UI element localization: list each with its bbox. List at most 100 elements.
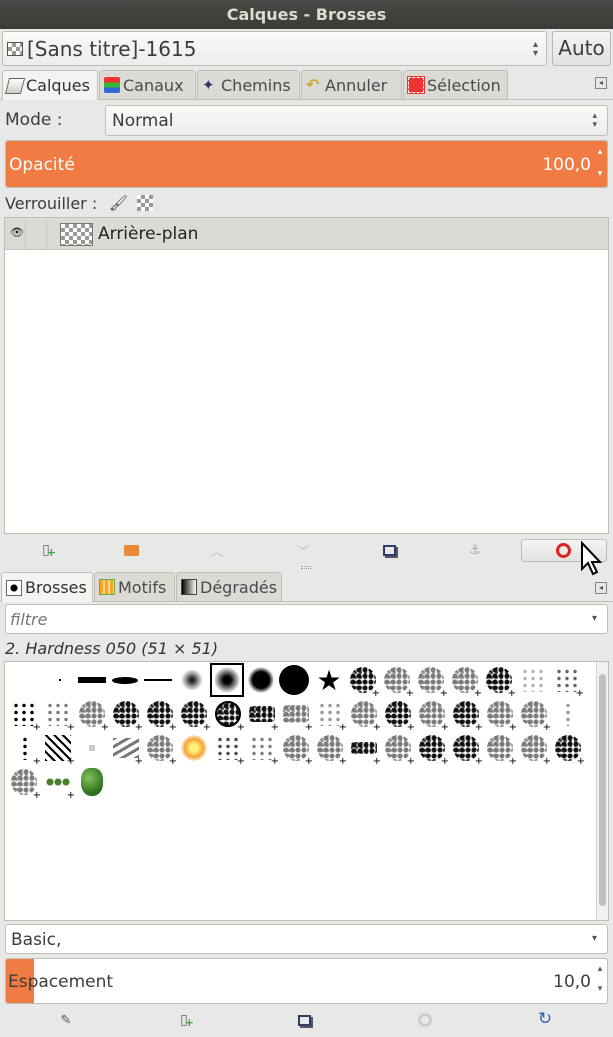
chevron-down-icon[interactable]: ▾ (592, 613, 597, 624)
brush-texture-04[interactable]: + (349, 733, 381, 767)
brush-acrylic-01[interactable]: + (348, 665, 380, 699)
duplicate-layer-icon[interactable] (381, 542, 397, 558)
brush-sparks-01[interactable]: + (145, 733, 177, 767)
brush-grid-scrollbar[interactable] (596, 662, 608, 920)
brush-texture-06[interactable]: + (417, 733, 449, 767)
brush-texture-01[interactable]: + (247, 733, 279, 767)
tab-motifs[interactable]: Motifs (94, 572, 175, 601)
tab-menu-icon[interactable]: ◂ (595, 77, 607, 89)
brush-block-line[interactable] (77, 665, 107, 695)
brush-splatter-01[interactable]: + (9, 699, 41, 733)
brush-pixel[interactable] (45, 665, 75, 695)
delete-brush-icon[interactable] (417, 1012, 433, 1028)
brush-texture-07[interactable]: + (451, 733, 483, 767)
brush-texture-03[interactable]: + (315, 733, 347, 767)
tab-annuler[interactable]: ↶ Annuler (301, 70, 402, 99)
brush-filter-input[interactable] (10, 608, 570, 630)
brush-charcoal-02[interactable]: + (281, 699, 313, 733)
spin-down-icon[interactable]: ▾ (595, 984, 605, 994)
brush-splatter-02[interactable]: + (43, 699, 75, 733)
brush-cells-02[interactable]: + (111, 699, 143, 733)
brush-smear[interactable]: + (111, 733, 143, 767)
new-layer-group-icon[interactable] (123, 542, 139, 558)
brush-tag-combo[interactable]: Basic, ▾ (5, 924, 608, 954)
refresh-brushes-icon[interactable]: ↻ (537, 1009, 553, 1029)
brush-hardness-100[interactable] (279, 665, 309, 695)
raise-layer-icon[interactable]: ︿ (209, 542, 225, 560)
mode-combo[interactable]: Normal ▴ ▾ (105, 105, 608, 136)
spin-up-icon[interactable]: ▴ (595, 964, 605, 974)
brush-cells-01[interactable]: + (77, 699, 109, 733)
layer-row[interactable]: 👁 Arrière-plan (5, 218, 608, 250)
edit-brush-icon[interactable]: ✎ (58, 1012, 74, 1028)
brush-ellipse[interactable] (110, 665, 140, 695)
brush-tag-value[interactable]: Basic, (11, 930, 61, 950)
brush-texture-10[interactable]: + (553, 733, 585, 767)
brush-acrylic-05[interactable]: + (484, 665, 516, 699)
layer-name[interactable]: Arrière-plan (98, 224, 198, 244)
tab-selection[interactable]: Sélection (403, 70, 508, 99)
brush-texture-08[interactable]: + (485, 733, 517, 767)
brush-sponge-02[interactable]: + (552, 665, 584, 699)
brush-grunge-04[interactable]: + (451, 699, 483, 733)
pane-divider-handle[interactable] (301, 566, 311, 569)
lock-alpha-icon[interactable] (137, 195, 153, 211)
brush-sponge-01[interactable] (518, 665, 548, 695)
chevron-down-icon[interactable]: ▾ (592, 933, 597, 944)
brush-hardness-075[interactable] (246, 665, 276, 695)
lock-pixels-icon[interactable]: 🖌 (109, 194, 128, 212)
brush-confetti[interactable]: + (315, 699, 347, 733)
brush-grunge-02[interactable]: + (383, 699, 415, 733)
brush-star[interactable]: ★ (314, 664, 344, 697)
layers-list[interactable]: 👁 Arrière-plan (4, 217, 609, 534)
brush-chalk-03[interactable]: + (213, 699, 245, 733)
brush-pencil-scratch[interactable] (77, 733, 107, 763)
spacing-spinscale[interactable]: Espacement 10,0 ▴ ▾ (5, 958, 608, 1004)
brush-chalk-02[interactable]: + (179, 699, 211, 733)
tab-menu-icon[interactable]: ◂ (595, 582, 607, 594)
auto-button[interactable]: Auto (552, 31, 611, 66)
brush-filter-combo[interactable]: ▾ (5, 604, 608, 634)
brush-grunge-05[interactable]: + (485, 699, 517, 733)
brush-hardness-025[interactable] (177, 665, 207, 695)
brush-sparks-02[interactable]: + (213, 733, 245, 767)
brush-charcoal-01[interactable]: + (247, 699, 279, 733)
brush-thin-line[interactable] (143, 665, 173, 695)
chain-toggle[interactable] (25, 218, 47, 250)
brush-texture-05[interactable]: + (383, 733, 415, 767)
brush-texture-02[interactable]: + (281, 733, 313, 767)
spin-down-icon[interactable]: ▾ (595, 169, 605, 179)
spin-up-icon[interactable]: ▴ (595, 147, 605, 157)
brush-grunge-06[interactable]: + (519, 699, 551, 733)
brush-sun[interactable] (179, 733, 209, 763)
brush-pepper[interactable] (77, 767, 107, 797)
brush-acrylic-04[interactable]: + (450, 665, 482, 699)
duplicate-brush-icon[interactable] (296, 1012, 312, 1028)
anchor-layer-icon[interactable]: ⚓ (467, 542, 483, 558)
brush-texture-11[interactable]: + (9, 767, 41, 801)
opacity-spinscale[interactable]: Opacité 100,0 ▴ ▾ (5, 140, 608, 188)
brush-grunge-07[interactable] (553, 699, 583, 729)
brush-hatch-01[interactable]: + (9, 733, 41, 767)
eye-icon[interactable]: 👁 (10, 226, 24, 239)
image-selector-combo[interactable]: [Sans titre]-1615 ▴ ▾ (2, 31, 547, 66)
brush-chalk-01[interactable]: + (145, 699, 177, 733)
brush-acrylic-03[interactable]: + (416, 665, 448, 699)
tab-canaux[interactable]: Canaux (99, 70, 196, 99)
new-layer-icon[interactable]: ▯ + (38, 542, 56, 559)
tab-chemins[interactable]: ✦ Chemins (197, 70, 300, 99)
brush-texture-09[interactable]: + (519, 733, 551, 767)
brush-grunge-01[interactable]: + (349, 699, 381, 733)
tab-calques[interactable]: Calques (2, 70, 98, 100)
brush-hardness-050-selected[interactable] (210, 663, 244, 697)
brush-hatch-02[interactable]: + (43, 733, 75, 767)
brush-grid[interactable]: ★ + + + + + + + + + + + + + + + + + + + … (4, 661, 609, 921)
tab-brosses[interactable]: Brosses (1, 572, 93, 602)
brush-vine[interactable]: + (43, 767, 75, 801)
tab-degrades[interactable]: Dégradés (176, 572, 282, 601)
brush-acrylic-02[interactable]: + (382, 665, 414, 699)
new-brush-icon[interactable]: ▯ + (176, 1012, 194, 1029)
scrollbar-thumb[interactable] (599, 674, 606, 906)
lower-layer-icon[interactable]: ﹀ (295, 542, 311, 560)
brush-grunge-03[interactable]: + (417, 699, 449, 733)
